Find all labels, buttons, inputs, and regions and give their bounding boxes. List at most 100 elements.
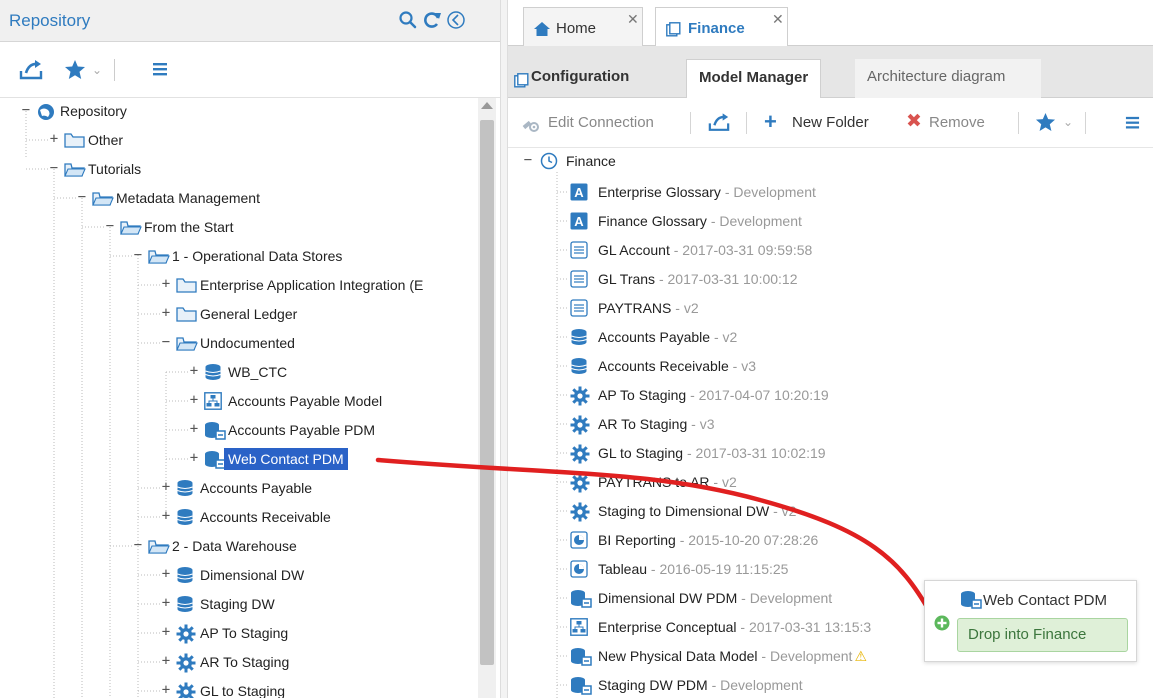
collapse-toggle-icon[interactable]: − xyxy=(48,161,60,175)
mapping-gear-icon xyxy=(570,473,590,493)
tree-item-label: Accounts Payable xyxy=(200,480,313,496)
expand-toggle-icon[interactable]: + xyxy=(188,393,200,407)
tab-home[interactable]: Home ✕ xyxy=(523,7,643,47)
tree-item[interactable]: + GL to Staging xyxy=(0,680,478,698)
favorites-star-icon[interactable] xyxy=(1035,112,1056,132)
svg-text:A: A xyxy=(574,214,584,229)
tree-item[interactable]: + Dimensional DW xyxy=(0,564,478,586)
list-item[interactable]: Tableau - 2016-05-19 11:15:25 xyxy=(508,558,1153,580)
list-item[interactable]: AR To Staging - v3 xyxy=(508,413,1153,435)
expand-toggle-icon[interactable]: + xyxy=(188,451,200,465)
list-item-meta: - Development xyxy=(720,184,816,200)
list-item[interactable]: AP To Staging - 2017-04-07 10:20:19 xyxy=(508,384,1153,406)
list-item-name: Finance Glossary - Development xyxy=(598,213,802,229)
import-tray-icon[interactable] xyxy=(19,60,43,80)
list-item[interactable]: GL Trans - 2017-03-31 10:00:12 xyxy=(508,268,1153,290)
expand-toggle-icon[interactable]: + xyxy=(160,277,172,291)
remove-button[interactable]: Remove xyxy=(929,114,985,131)
toolbar-divider xyxy=(690,112,691,134)
expand-toggle-icon[interactable]: + xyxy=(160,683,172,697)
expand-toggle-icon[interactable]: + xyxy=(160,480,172,494)
tree-item[interactable]: − 1 - Operational Data Stores xyxy=(0,245,478,267)
tree-scrollbar-thumb[interactable] xyxy=(480,120,494,665)
repository-toolbar: ⌄ xyxy=(0,43,500,98)
collapse-panel-icon[interactable] xyxy=(446,10,466,30)
expand-toggle-icon[interactable]: + xyxy=(160,625,172,639)
tree-item[interactable]: + Accounts Payable PDM xyxy=(0,419,478,441)
list-item[interactable]: Accounts Receivable - v3 xyxy=(508,355,1153,377)
collapse-toggle-icon[interactable]: − xyxy=(522,153,534,167)
tree-item[interactable]: − Repository xyxy=(0,100,478,122)
tree-item-label: Metadata Management xyxy=(116,190,260,206)
close-icon[interactable]: ✕ xyxy=(627,11,639,28)
tree-item[interactable]: + Accounts Payable Model xyxy=(0,390,478,412)
tab-finance-label: Finance xyxy=(688,20,745,37)
tree-item[interactable]: + Accounts Payable xyxy=(0,477,478,499)
tree-item-label: Undocumented xyxy=(200,335,295,351)
expand-toggle-icon[interactable]: + xyxy=(160,509,172,523)
list-item[interactable]: A Enterprise Glossary - Development xyxy=(508,181,1153,203)
collapse-toggle-icon[interactable]: − xyxy=(132,248,144,262)
tree-item[interactable]: + AR To Staging xyxy=(0,651,478,673)
expand-toggle-icon[interactable]: + xyxy=(188,422,200,436)
mapping-gear-icon xyxy=(570,444,590,464)
tab-model-manager[interactable]: Model Manager xyxy=(686,59,822,98)
list-item[interactable]: PAYTRANS - v2 xyxy=(508,297,1153,319)
expand-toggle-icon[interactable]: + xyxy=(188,364,200,378)
favorites-star-icon[interactable] xyxy=(64,59,86,80)
expand-toggle-icon[interactable]: + xyxy=(48,132,60,146)
expand-toggle-icon[interactable]: + xyxy=(160,654,172,668)
tree-item[interactable]: + Accounts Receivable xyxy=(0,506,478,528)
collapse-toggle-icon[interactable]: − xyxy=(76,190,88,204)
collapse-toggle-icon[interactable]: − xyxy=(160,335,172,349)
close-icon[interactable]: ✕ xyxy=(772,11,784,28)
tree-item[interactable]: + WB_CTC xyxy=(0,361,478,383)
expand-toggle-icon[interactable]: + xyxy=(160,596,172,610)
list-item[interactable]: Staging DW PDM - Development xyxy=(508,674,1153,696)
scroll-up-arrow-icon[interactable] xyxy=(481,102,493,109)
tree-item[interactable]: − 2 - Data Warehouse xyxy=(0,535,478,557)
menu-icon[interactable] xyxy=(152,61,168,77)
list-item[interactable]: A Finance Glossary - Development xyxy=(508,210,1153,232)
tab-configuration[interactable]: Configuration xyxy=(519,59,641,98)
expand-toggle-icon[interactable]: + xyxy=(160,306,172,320)
import-tray-icon[interactable] xyxy=(708,113,730,132)
chevron-down-icon[interactable]: ⌄ xyxy=(92,63,102,77)
tree-item[interactable]: + Enterprise Application Integration (E xyxy=(0,274,478,296)
repository-header: Repository xyxy=(0,0,500,42)
tree-item[interactable]: + General Ledger xyxy=(0,303,478,325)
list-item[interactable]: BI Reporting - 2015-10-20 07:28:26 xyxy=(508,529,1153,551)
new-folder-button[interactable]: New Folder xyxy=(792,114,869,131)
tree-item[interactable]: + Web Contact PDM xyxy=(0,448,478,470)
chevron-down-icon[interactable]: ⌄ xyxy=(1063,115,1073,129)
list-item[interactable]: Accounts Payable - v2 xyxy=(508,326,1153,348)
tree-item[interactable]: − Tutorials xyxy=(0,158,478,180)
tree-item[interactable]: + Staging DW xyxy=(0,593,478,615)
menu-icon[interactable] xyxy=(1125,115,1140,130)
list-item[interactable]: PAYTRANS to AR - v2 xyxy=(508,471,1153,493)
remove-x-icon: ✖ xyxy=(906,111,922,132)
list-item[interactable]: Staging to Dimensional DW - v2 xyxy=(508,500,1153,522)
database-icon xyxy=(570,328,590,346)
collapse-toggle-icon[interactable]: − xyxy=(104,219,116,233)
tree-item[interactable]: + AP To Staging xyxy=(0,622,478,644)
tab-finance[interactable]: Finance ✕ xyxy=(655,7,788,48)
list-item[interactable]: GL to Staging - 2017-03-31 10:02:19 xyxy=(508,442,1153,464)
panel-splitter[interactable] xyxy=(500,0,508,698)
physical-data-model-icon xyxy=(570,676,592,695)
tree-item[interactable]: − From the Start xyxy=(0,216,478,238)
edit-connection-button[interactable]: Edit Connection xyxy=(548,114,654,131)
tab-architecture-diagram[interactable]: Architecture diagram xyxy=(855,59,1041,98)
tree-item[interactable]: − Undocumented xyxy=(0,332,478,354)
collapse-toggle-icon[interactable]: − xyxy=(132,538,144,552)
tree-item[interactable]: − Metadata Management xyxy=(0,187,478,209)
expand-toggle-icon[interactable]: + xyxy=(160,567,172,581)
tree-item[interactable]: + Other xyxy=(0,129,478,151)
list-item[interactable]: GL Account - 2017-03-31 09:59:58 xyxy=(508,239,1153,261)
configuration-icon xyxy=(666,22,681,37)
search-icon[interactable] xyxy=(398,10,418,30)
list-item-name: Accounts Payable - v2 xyxy=(598,329,738,345)
refresh-icon[interactable] xyxy=(422,10,442,30)
clock-icon xyxy=(540,152,560,170)
collapse-toggle-icon[interactable]: − xyxy=(20,103,32,117)
